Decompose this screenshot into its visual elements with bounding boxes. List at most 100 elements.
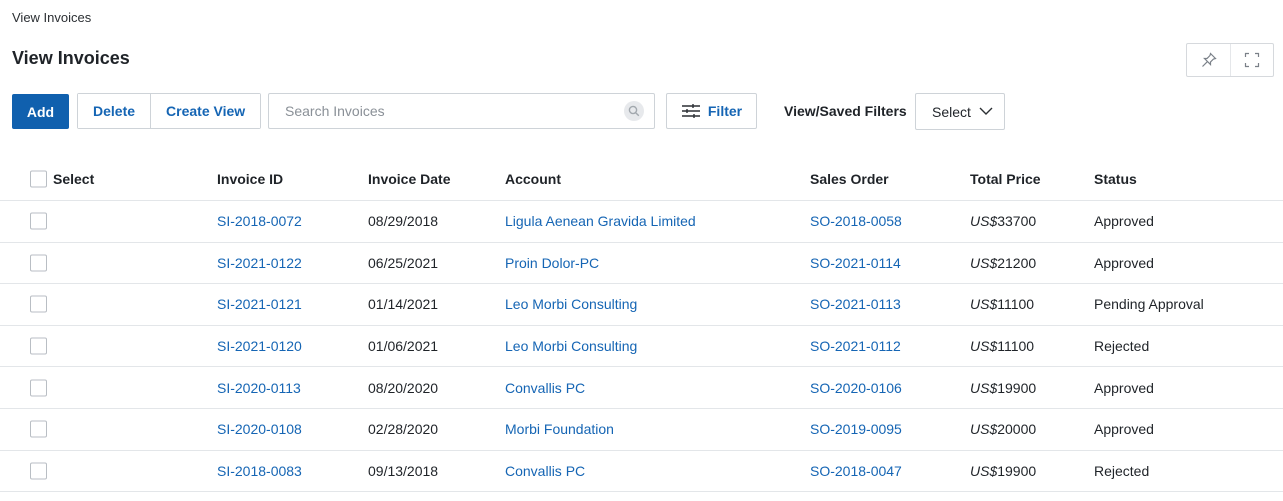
delete-button[interactable]: Delete xyxy=(78,94,151,128)
account-link[interactable]: Proin Dolor-PC xyxy=(505,255,599,271)
total-price: US$33700 xyxy=(970,213,1036,229)
total-price: US$20000 xyxy=(970,421,1036,437)
chevron-down-icon xyxy=(979,107,993,115)
select-value: Select xyxy=(932,103,971,120)
price-amount: 19900 xyxy=(997,379,1037,396)
price-currency: US$ xyxy=(970,338,998,355)
header-invoice-date[interactable]: Invoice Date xyxy=(368,171,450,187)
invoice-id-link[interactable]: SI-2020-0108 xyxy=(217,421,302,437)
account-link[interactable]: Convallis PC xyxy=(505,463,585,479)
invoice-id-link[interactable]: SI-2020-0113 xyxy=(217,380,301,396)
search-input[interactable] xyxy=(269,95,609,127)
sales-order-link[interactable]: SO-2021-0112 xyxy=(810,338,901,354)
saved-filters-select[interactable]: Select xyxy=(915,93,1005,130)
header-sales-order[interactable]: Sales Order xyxy=(810,171,889,187)
pin-icon xyxy=(1201,52,1217,67)
header-total-price[interactable]: Total Price xyxy=(970,171,1041,187)
sales-order-link[interactable]: SO-2021-0114 xyxy=(810,255,901,271)
select-all-checkbox[interactable] xyxy=(30,170,47,188)
header-select: Select xyxy=(53,171,95,187)
row-checkbox[interactable] xyxy=(30,379,47,397)
table-row: SI-2020-0113 08/20/2020 Convallis PC SO-… xyxy=(0,367,1283,409)
sales-order-link[interactable]: SO-2018-0058 xyxy=(810,213,902,229)
invoice-date: 01/14/2021 xyxy=(368,296,439,313)
search-icon[interactable] xyxy=(624,101,644,121)
table-row: SI-2021-0122 06/25/2021 Proin Dolor-PC S… xyxy=(0,243,1283,285)
page-title: View Invoices xyxy=(12,48,130,68)
action-button-group: Delete Create View xyxy=(77,93,262,129)
invoice-date: 08/20/2020 xyxy=(368,379,439,396)
total-price: US$19900 xyxy=(970,463,1036,479)
status: Approved xyxy=(1094,379,1154,396)
invoice-date: 08/29/2018 xyxy=(368,213,439,230)
sales-order-link[interactable]: SO-2021-0113 xyxy=(810,296,901,312)
header-status[interactable]: Status xyxy=(1094,171,1137,187)
invoice-id-link[interactable]: SI-2018-0083 xyxy=(217,463,302,479)
filter-button[interactable]: Filter xyxy=(666,93,757,129)
table-row: SI-2021-0120 01/06/2021 Leo Morbi Consul… xyxy=(0,326,1283,368)
price-amount: 11100 xyxy=(997,296,1035,313)
account-link[interactable]: Ligula Aenean Gravida Limited xyxy=(505,213,696,229)
account-link[interactable]: Leo Morbi Consulting xyxy=(505,296,637,312)
table-row: SI-2020-0108 02/28/2020 Morbi Foundation… xyxy=(0,409,1283,451)
saved-filters-label: View/Saved Filters xyxy=(784,103,907,119)
expand-button[interactable] xyxy=(1230,44,1273,76)
price-amount: 33700 xyxy=(997,213,1037,230)
sales-order-link[interactable]: SO-2019-0095 xyxy=(810,421,902,437)
header-invoice-id[interactable]: Invoice ID xyxy=(217,171,283,187)
header-account[interactable]: Account xyxy=(505,171,561,187)
breadcrumb: View Invoices xyxy=(12,10,92,25)
invoice-date: 09/13/2018 xyxy=(368,462,439,479)
invoice-date: 06/25/2021 xyxy=(368,254,439,271)
invoice-id-link[interactable]: SI-2018-0072 xyxy=(217,213,302,229)
row-checkbox[interactable] xyxy=(30,337,47,355)
invoice-table: Select Invoice ID Invoice Date Account S… xyxy=(0,158,1283,493)
invoice-date: 01/06/2021 xyxy=(368,338,439,355)
create-view-button[interactable]: Create View xyxy=(150,94,261,128)
total-price: US$11100 xyxy=(970,296,1034,312)
price-currency: US$ xyxy=(970,296,998,313)
row-checkbox[interactable] xyxy=(30,420,47,438)
price-currency: US$ xyxy=(970,462,998,479)
sales-order-link[interactable]: SO-2020-0106 xyxy=(810,380,902,396)
filter-label: Filter xyxy=(707,103,743,119)
price-amount: 11100 xyxy=(997,338,1035,355)
table-row: SI-2018-0083 09/13/2018 Convallis PC SO-… xyxy=(0,451,1283,493)
table-row: SI-2018-0072 08/29/2018 Ligula Aenean Gr… xyxy=(0,201,1283,243)
account-link[interactable]: Convallis PC xyxy=(505,380,585,396)
table-row: SI-2021-0121 01/14/2021 Leo Morbi Consul… xyxy=(0,284,1283,326)
row-checkbox[interactable] xyxy=(30,462,47,480)
account-link[interactable]: Leo Morbi Consulting xyxy=(505,338,637,354)
search-box xyxy=(268,93,655,129)
sales-order-link[interactable]: SO-2018-0047 xyxy=(810,463,902,479)
status: Rejected xyxy=(1094,462,1150,479)
invoice-id-link[interactable]: SI-2021-0120 xyxy=(217,338,302,354)
account-link[interactable]: Morbi Foundation xyxy=(505,421,614,437)
filter-sliders-icon xyxy=(681,104,700,118)
price-currency: US$ xyxy=(970,379,998,396)
expand-icon xyxy=(1244,52,1260,68)
status: Pending Approval xyxy=(1094,296,1204,313)
row-checkbox[interactable] xyxy=(30,254,47,272)
invoice-date: 02/28/2020 xyxy=(368,421,439,438)
status: Approved xyxy=(1094,254,1154,271)
price-currency: US$ xyxy=(970,421,998,438)
invoice-id-link[interactable]: SI-2021-0121 xyxy=(217,296,302,312)
status: Rejected xyxy=(1094,338,1150,355)
price-amount: 21200 xyxy=(997,254,1037,271)
toolbar: Add Delete Create View Filter View/Saved… xyxy=(12,93,1012,130)
total-price: US$19900 xyxy=(970,380,1036,396)
pin-button[interactable] xyxy=(1187,44,1230,76)
row-checkbox[interactable] xyxy=(30,295,47,313)
row-checkbox[interactable] xyxy=(30,212,47,230)
price-amount: 20000 xyxy=(997,421,1037,438)
price-currency: US$ xyxy=(970,254,998,271)
invoice-id-link[interactable]: SI-2021-0122 xyxy=(217,255,302,271)
price-amount: 19900 xyxy=(997,462,1037,479)
price-currency: US$ xyxy=(970,213,998,230)
status: Approved xyxy=(1094,213,1154,230)
add-button[interactable]: Add xyxy=(12,94,69,129)
total-price: US$21200 xyxy=(970,255,1036,271)
total-price: US$11100 xyxy=(970,338,1034,354)
status: Approved xyxy=(1094,421,1154,438)
